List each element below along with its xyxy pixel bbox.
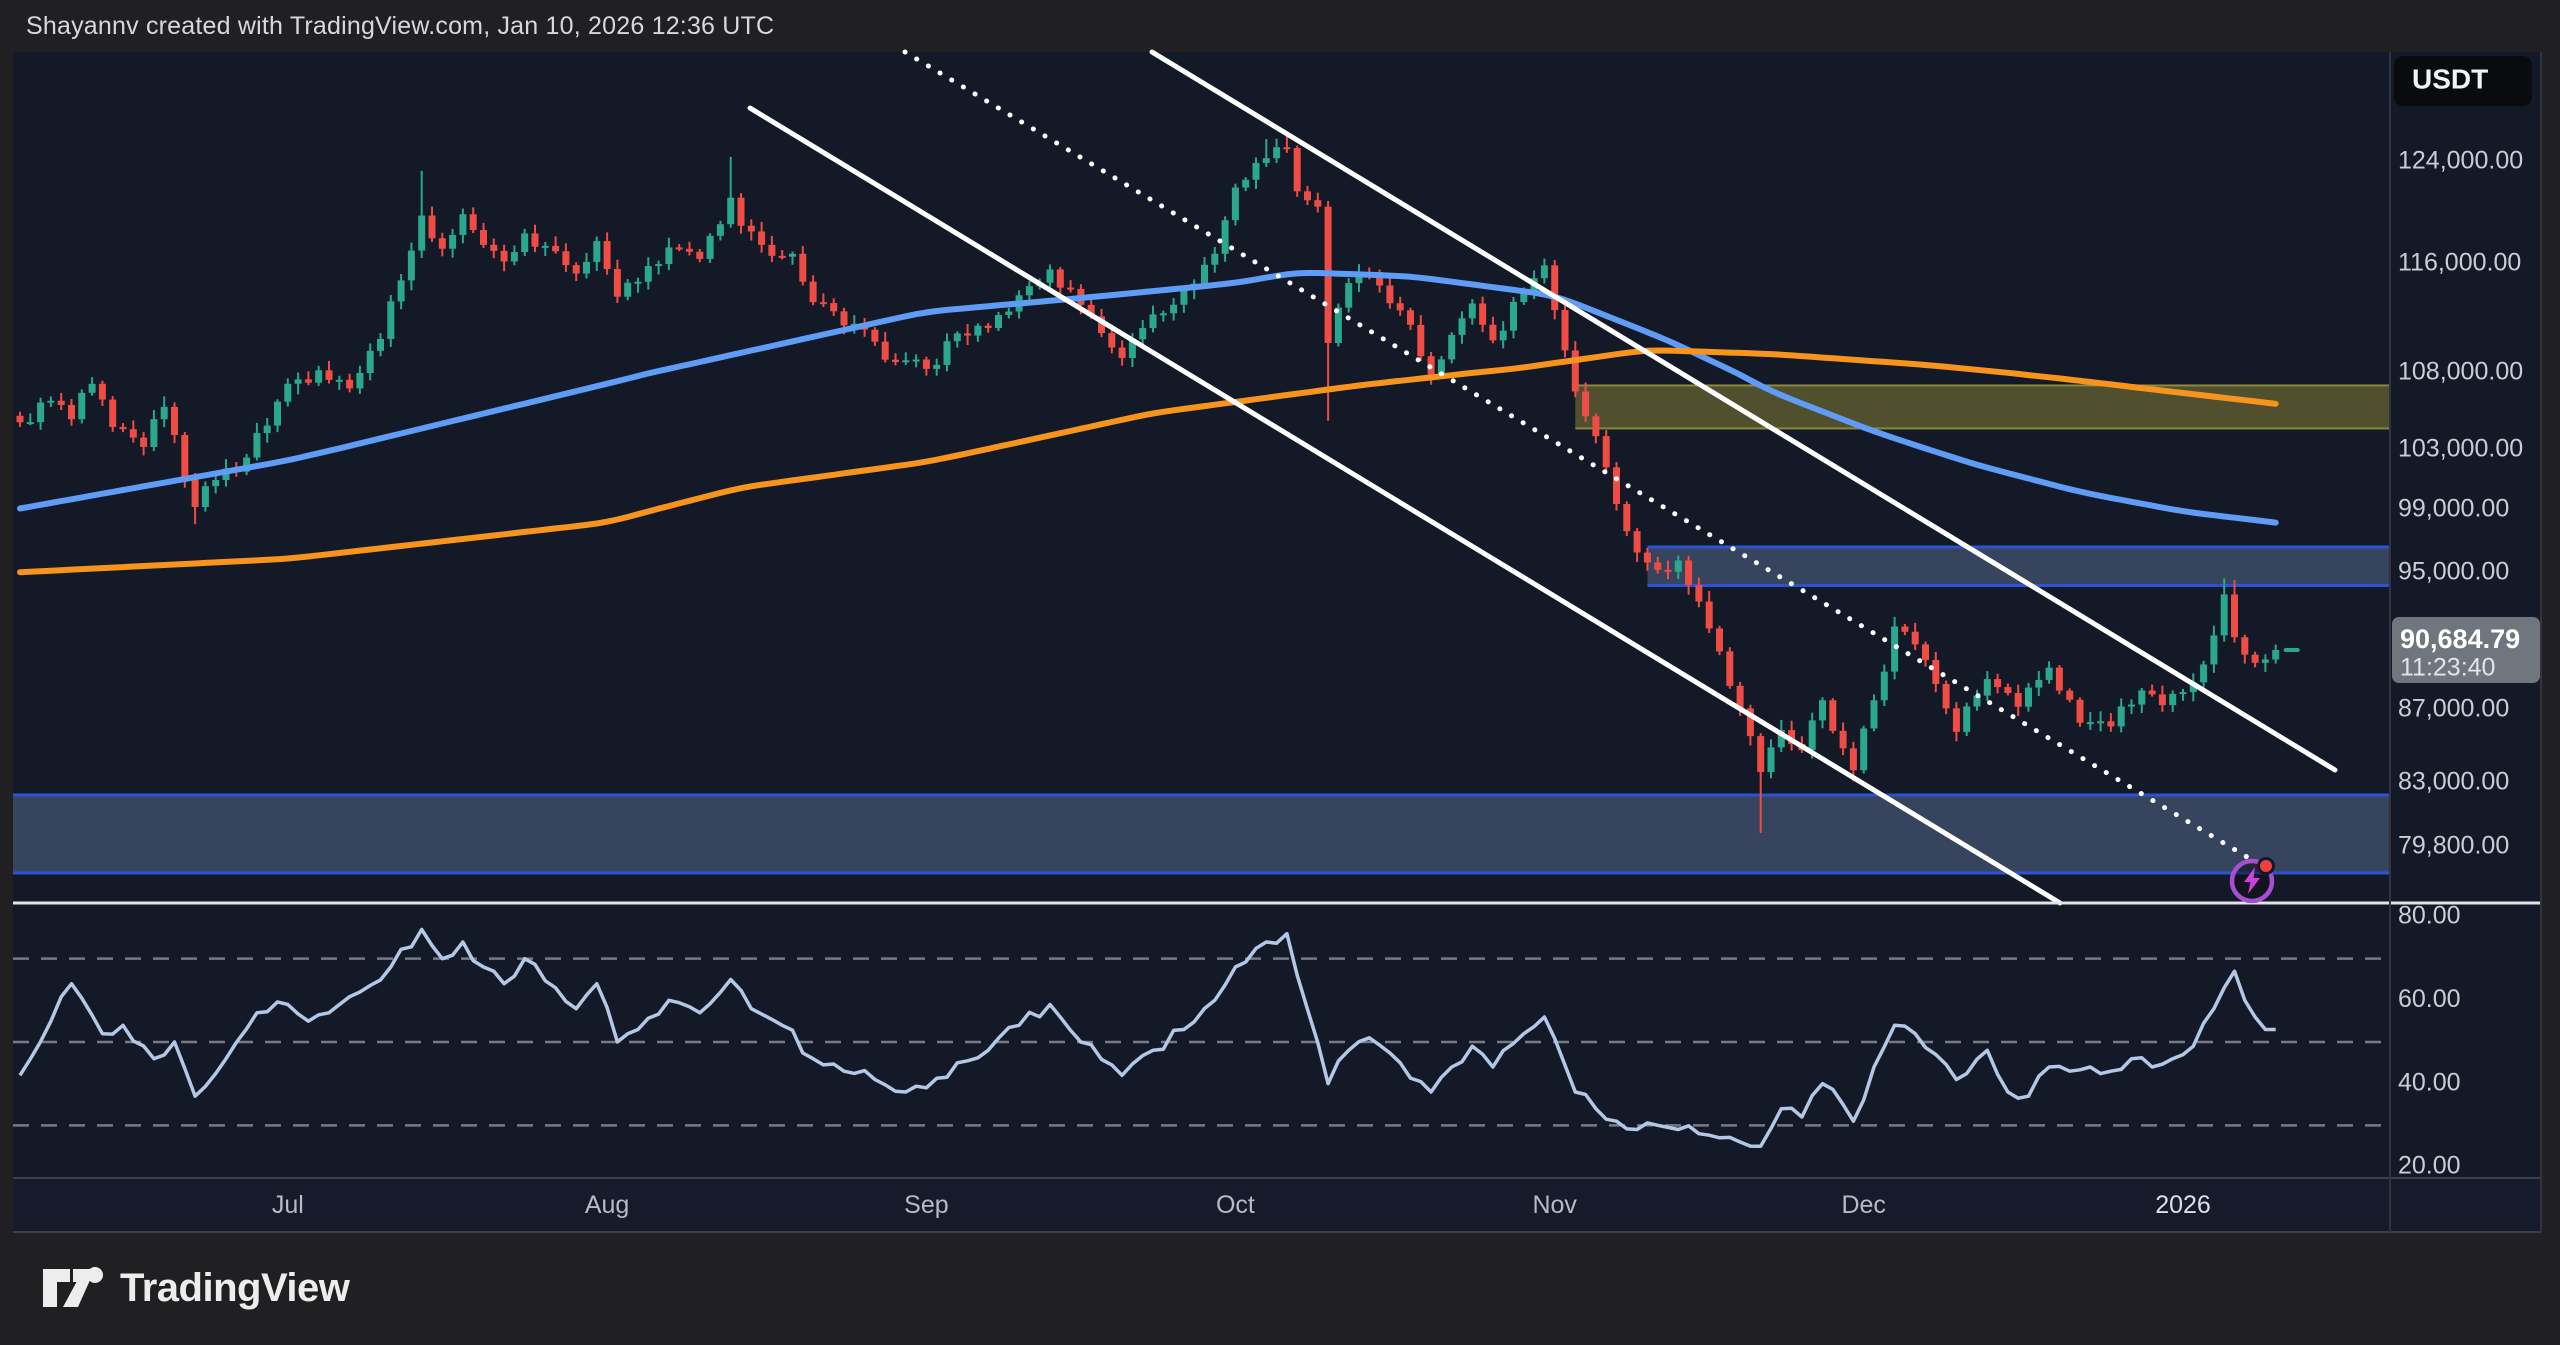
flash-icon[interactable] xyxy=(2232,859,2274,902)
currency-badge-label: USDT xyxy=(2412,63,2488,94)
resistance-zone[interactable] xyxy=(1575,385,2390,428)
page: Shayannv created with TradingView.com, J… xyxy=(0,0,2560,1345)
last-price-marker xyxy=(2284,648,2300,652)
chart-canvas[interactable]: 124,000.00 116,000.00 108,000.00 103,000.00… xyxy=(0,0,2560,1345)
time-axis-label: Nov xyxy=(1532,1191,1577,1219)
price-axis-label: 116,000.00 xyxy=(2398,249,2521,277)
rsi-axis-label: 40.00 xyxy=(2398,1068,2461,1096)
chart-background xyxy=(13,52,2541,1232)
time-axis-label: Jul xyxy=(272,1191,304,1219)
time-axis-label: Oct xyxy=(1216,1191,1255,1219)
tradingview-logo-icon xyxy=(42,1262,104,1314)
price-axis-label: 83,000.00 xyxy=(2398,768,2509,796)
price-axis-label: 99,000.00 xyxy=(2398,495,2509,523)
brand-footer: TradingView xyxy=(42,1262,349,1314)
tradingview-wordmark: TradingView xyxy=(120,1266,349,1311)
rsi-axis-label: 80.00 xyxy=(2398,902,2461,930)
last-price-label: 90,684.79 xyxy=(2400,624,2520,654)
currency-badge[interactable]: USDT xyxy=(2394,56,2532,106)
bar-countdown-label: 11:23:40 xyxy=(2400,654,2495,682)
time-axis-label: 2026 xyxy=(2155,1191,2211,1219)
time-axis-label: Sep xyxy=(904,1191,948,1219)
price-axis-label: 79,800.00 xyxy=(2398,832,2509,860)
last-price-badge: 90,684.7911:23:40 xyxy=(2392,617,2540,683)
support-zone[interactable] xyxy=(13,795,2390,873)
price-axis-label: 95,000.00 xyxy=(2398,558,2509,586)
time-axis-label: Dec xyxy=(1841,1191,1885,1219)
price-axis-label: 108,000.00 xyxy=(2398,358,2523,386)
price-axis-label: 87,000.00 xyxy=(2398,695,2509,723)
time-axis-label: Aug xyxy=(585,1191,629,1219)
rsi-axis-label: 20.00 xyxy=(2398,1152,2461,1180)
price-axis-label: 124,000.00 xyxy=(2398,147,2523,175)
rsi-axis-label: 60.00 xyxy=(2398,985,2461,1013)
price-axis-label: 103,000.00 xyxy=(2398,435,2523,463)
